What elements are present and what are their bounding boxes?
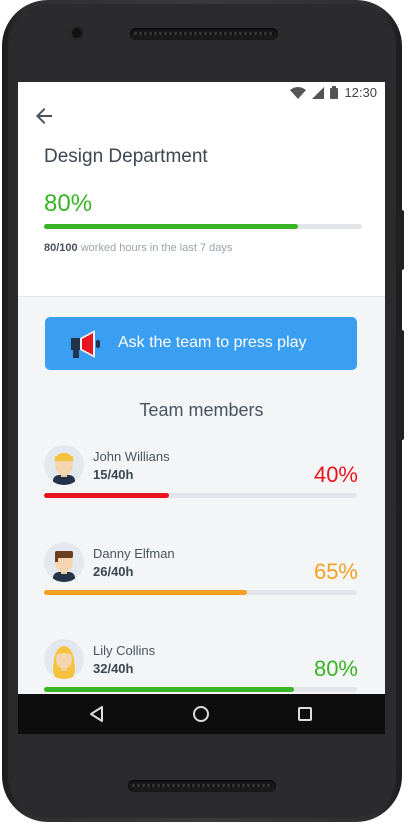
department-progress-fill [44,224,299,229]
front-camera [72,28,82,38]
member-percent: 65% [313,559,358,584]
ask-team-button[interactable]: Ask the team to press play [45,317,357,370]
back-triangle-icon[interactable] [87,704,107,724]
megaphone-icon [71,330,100,358]
page-title: Design Department [44,146,208,167]
bottom-speaker [128,780,276,792]
avatar [44,542,84,582]
arrow-left-icon[interactable] [32,104,56,128]
member-name: Lily Collins [93,643,156,658]
member-name: John Willians [93,449,170,464]
male-avatar-icon [53,453,75,485]
home-circle-icon[interactable] [191,704,211,724]
member-percent: 80% [313,656,358,681]
department-progress-bar [44,224,362,229]
member-hours: 26/40h [93,564,134,579]
ask-team-label: Ask the team to press play [118,334,307,351]
hours-caption: worked hours in the last 7 days [80,242,233,254]
hours-done: 80/100 [44,242,78,254]
status-time: 12:30 [344,85,377,100]
status-bar: 12:30 [18,82,385,104]
member-hours: 32/40h [93,661,134,676]
male-avatar-icon [53,551,75,582]
avatar [44,445,84,485]
wifi-icon [290,86,307,99]
female-avatar-icon [53,646,75,679]
battery-icon [330,86,339,99]
hours-summary: 80/100 worked hours in the last 7 days [44,242,232,254]
power-button [398,330,404,440]
member-progress-bar [44,590,357,595]
app-screen: 12:30 Design Department 80% 80/100 worke… [18,82,385,732]
member-percent: 40% [313,462,358,487]
earpiece-speaker [130,28,278,40]
member-row[interactable]: Danny Elfman 26/40h 65% [18,542,385,612]
member-progress-fill [44,590,248,595]
team-members-heading: Team members [139,400,264,420]
signal-icon [312,86,325,99]
android-nav-bar [18,694,385,734]
recents-square-icon[interactable] [295,704,315,724]
member-row[interactable]: John Willians 15/40h 40% [18,445,385,515]
member-hours: 15/40h [93,467,134,482]
volume-button [398,210,404,270]
member-progress-bar [44,493,357,498]
department-header: 12:30 Design Department 80% 80/100 worke… [18,82,385,297]
member-progress-fill [44,687,295,692]
member-name: Danny Elfman [93,546,175,561]
member-progress-fill [44,493,170,498]
member-progress-bar [44,687,357,692]
avatar [44,639,84,679]
department-progress-percent: 80% [44,190,93,217]
